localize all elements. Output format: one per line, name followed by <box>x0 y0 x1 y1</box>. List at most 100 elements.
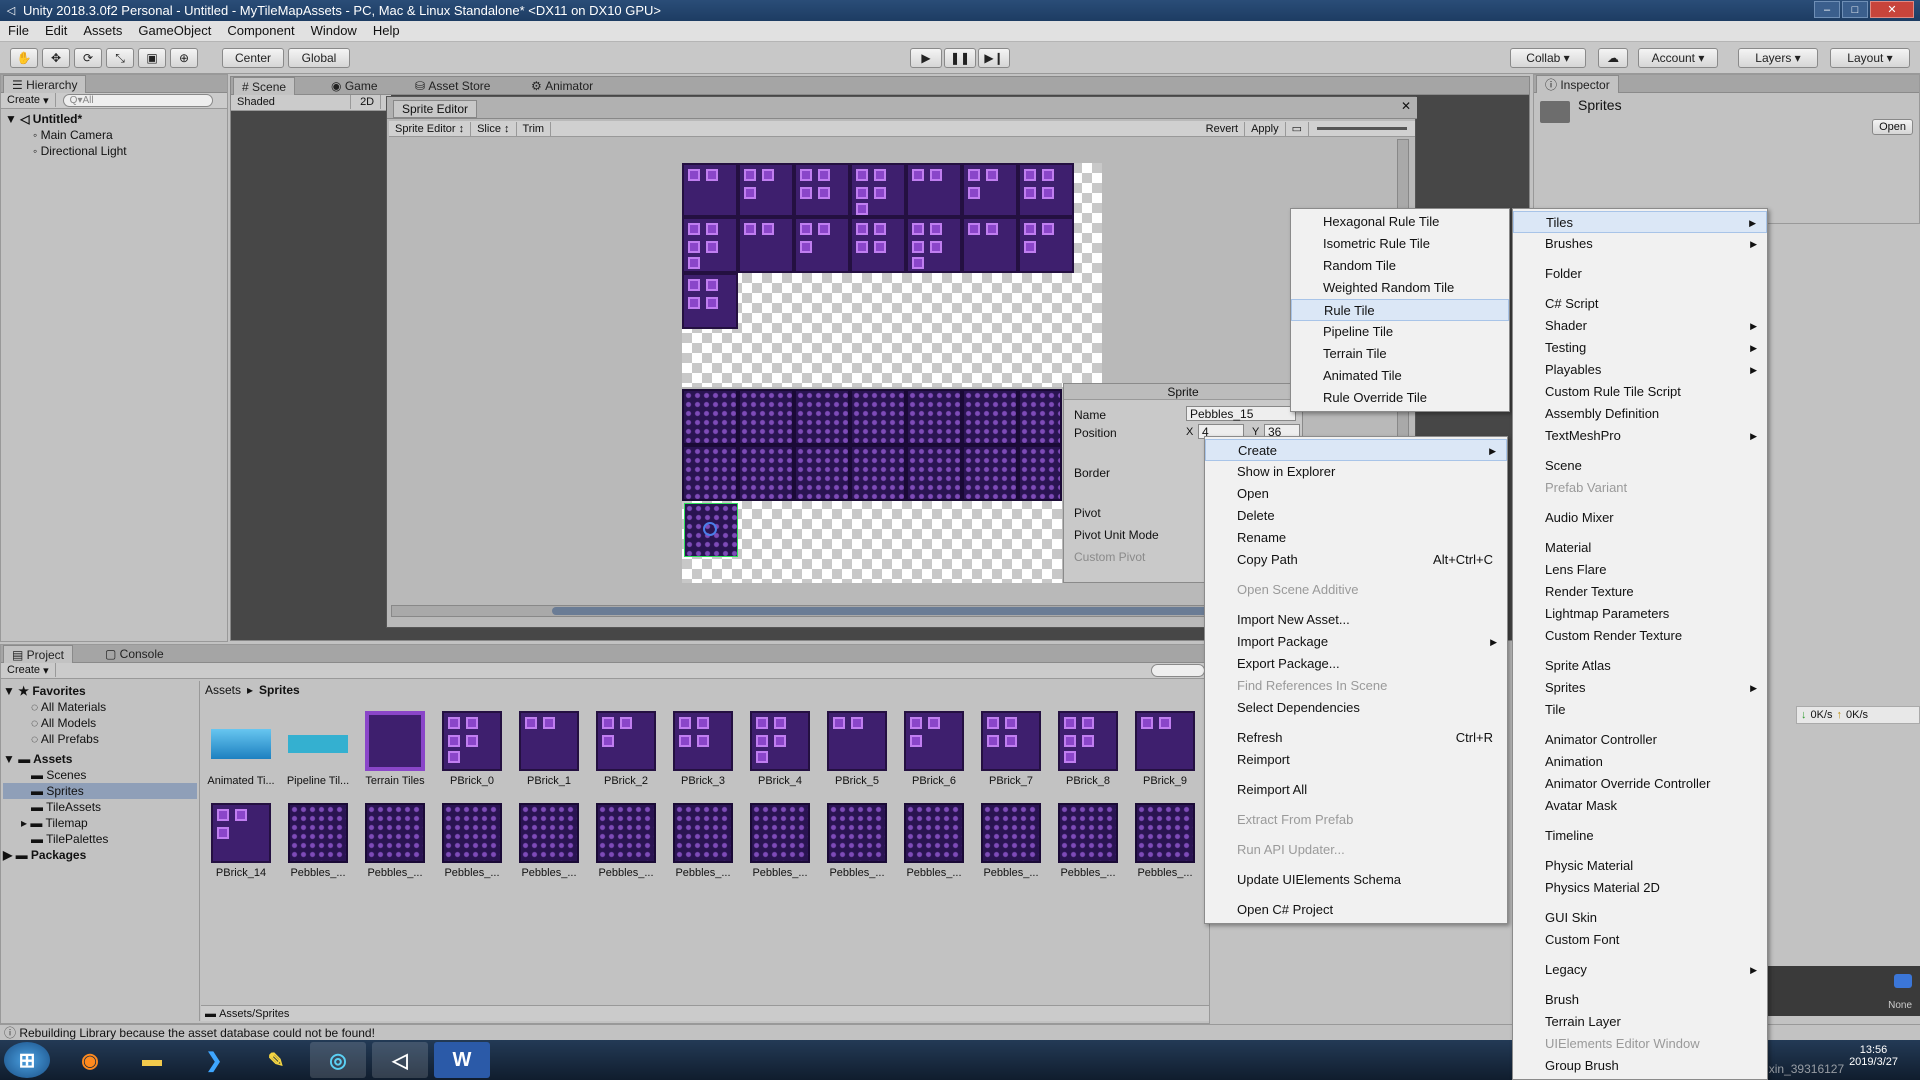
hierarchy-item-main-camera[interactable]: ◦ Main Camera <box>5 127 225 143</box>
menu-item-custom-render-texture[interactable]: Custom Render Texture <box>1513 625 1767 647</box>
menu-item-open-csharp-project[interactable]: Open C# Project <box>1205 899 1507 921</box>
hierarchy-search-input[interactable]: Q▾All <box>62 94 213 107</box>
asset-terrain-tiles[interactable]: Terrain Tiles <box>359 711 431 787</box>
tab-inspector[interactable]: ⓘ Inspector <box>1536 75 1619 93</box>
breadcrumb-assets[interactable]: Assets <box>205 683 241 697</box>
folder-item-selected[interactable]: ▬ Sprites <box>3 783 197 799</box>
menu-item-physics-material-2d[interactable]: Physics Material 2D <box>1513 877 1767 899</box>
menu-item-pipeline-tile[interactable]: Pipeline Tile <box>1291 321 1509 343</box>
menu-item-assembly-definition[interactable]: Assembly Definition <box>1513 403 1767 425</box>
project-create-button[interactable]: Create ▾ <box>1 663 56 677</box>
project-search-input[interactable] <box>1151 664 1205 677</box>
pause-icon[interactable]: ❚❚ <box>944 48 976 68</box>
menu-item-custom-font[interactable]: Custom Font <box>1513 929 1767 951</box>
asset-pbrick[interactable]: PBrick_5 <box>821 711 893 787</box>
menu-gameobject[interactable]: GameObject <box>130 21 219 41</box>
menu-edit[interactable]: Edit <box>37 21 75 41</box>
collab-button[interactable]: Collab ▾ <box>1510 48 1586 68</box>
menu-item-copy-path[interactable]: Copy Path Alt+Ctrl+C <box>1205 549 1507 571</box>
sprite-texture-bottom[interactable] <box>682 389 1062 583</box>
menu-item-folder[interactable]: Folder <box>1513 263 1767 285</box>
tab-scene[interactable]: # Scene <box>233 77 296 95</box>
asset-pbrick[interactable]: PBrick_7 <box>975 711 1047 787</box>
tab-game[interactable]: ◉ Game <box>323 77 386 95</box>
menu-item-export-package[interactable]: Export Package... <box>1205 653 1507 675</box>
menu-item-physic-material[interactable]: Physic Material <box>1513 855 1767 877</box>
menu-item-render-texture[interactable]: Render Texture <box>1513 581 1767 603</box>
apply-button[interactable]: Apply <box>1245 121 1286 136</box>
menu-item-brushes[interactable]: Brushes ▶ <box>1513 233 1767 255</box>
menu-item-import-package[interactable]: Import Package ▶ <box>1205 631 1507 653</box>
close-icon[interactable]: ✕ <box>1401 99 1411 113</box>
favorites-item[interactable]: ◌ All Materials <box>3 699 197 715</box>
sprite-name-field[interactable]: Pebbles_15 <box>1186 406 1296 421</box>
sprite-editor-mode-dropdown[interactable]: Sprite Editor ↕ <box>389 121 472 136</box>
folder-item[interactable]: ▬ Scenes <box>3 767 197 783</box>
menu-item-scene[interactable]: Scene <box>1513 455 1767 477</box>
move-tool-icon[interactable]: ✥ <box>42 48 70 68</box>
menu-item-animated-tile[interactable]: Animated Tile <box>1291 365 1509 387</box>
menu-item-update-uielements-schema[interactable]: Update UIElements Schema <box>1205 869 1507 891</box>
menu-item-textmeshpro[interactable]: TextMeshPro ▶ <box>1513 425 1767 447</box>
menu-item-reimport-all[interactable]: Reimport All <box>1205 779 1507 801</box>
scale-tool-icon[interactable]: ⤡ <box>106 48 134 68</box>
layout-dropdown[interactable]: Layout ▾ <box>1830 48 1910 68</box>
folder-item[interactable]: ▬ TilePalettes <box>3 831 197 847</box>
2d-toggle[interactable]: 2D <box>354 95 382 109</box>
menu-item-sprites[interactable]: Sprites ▶ <box>1513 677 1767 699</box>
file-explorer-icon[interactable]: ▬ <box>124 1042 180 1078</box>
tab-asset-store[interactable]: ⛁ Asset Store <box>407 77 498 95</box>
trim-button[interactable]: Trim <box>517 121 552 136</box>
asset-pbrick[interactable]: PBrick_9 <box>1129 711 1201 787</box>
rect-tool-icon[interactable]: ▣ <box>138 48 166 68</box>
menu-item-import-new-asset[interactable]: Import New Asset... <box>1205 609 1507 631</box>
menu-item-tiles[interactable]: Tiles ▶ <box>1513 211 1767 233</box>
open-button[interactable]: Open <box>1872 119 1913 135</box>
menu-item-terrain-tile[interactable]: Terrain Tile <box>1291 343 1509 365</box>
menu-item-delete[interactable]: Delete <box>1205 505 1507 527</box>
transform-tool-icon[interactable]: ⊕ <box>170 48 198 68</box>
asset-pbrick[interactable]: PBrick_14 <box>205 803 277 879</box>
favorites-item[interactable]: ◌ All Models <box>3 715 197 731</box>
tab-project[interactable]: ▤ Project <box>3 645 74 663</box>
tab-animator[interactable]: ⚙ Animator <box>523 77 601 95</box>
asset-pebbles[interactable]: Pebbles_... <box>1129 803 1201 879</box>
color-channel-icon[interactable]: ▭ <box>1286 121 1309 136</box>
packages-folder[interactable]: ▶ ▬ Packages <box>3 847 197 863</box>
pivot-handle-icon[interactable] <box>703 522 717 536</box>
asset-pebbles[interactable]: Pebbles_... <box>359 803 431 879</box>
asset-pebbles[interactable]: Pebbles_... <box>821 803 893 879</box>
selected-sprite[interactable] <box>684 503 738 557</box>
menu-item-animator-override-controller[interactable]: Animator Override Controller <box>1513 773 1767 795</box>
menu-item-reimport[interactable]: Reimport <box>1205 749 1507 771</box>
menu-item-custom-rule-tile-script[interactable]: Custom Rule Tile Script <box>1513 381 1767 403</box>
menu-item-lens-flare[interactable]: Lens Flare <box>1513 559 1767 581</box>
asset-pebbles[interactable]: Pebbles_... <box>1052 803 1124 879</box>
play-icon[interactable]: ▶ <box>910 48 942 68</box>
firefox-icon[interactable]: ◉ <box>62 1042 118 1078</box>
asset-animated-tile[interactable]: Animated Ti... <box>205 711 277 787</box>
word-icon[interactable]: W <box>434 1042 490 1078</box>
asset-pbrick[interactable]: PBrick_1 <box>513 711 585 787</box>
tab-hierarchy[interactable]: ☰ Hierarchy <box>3 75 87 93</box>
menu-item-terrain-layer[interactable]: Terrain Layer <box>1513 1011 1767 1033</box>
asset-pebbles[interactable]: Pebbles_... <box>590 803 662 879</box>
tag-icon[interactable] <box>1894 974 1912 988</box>
menu-item-show-in-explorer[interactable]: Show in Explorer <box>1205 461 1507 483</box>
asset-pebbles[interactable]: Pebbles_... <box>898 803 970 879</box>
asset-pebbles[interactable]: Pebbles_... <box>282 803 354 879</box>
menu-item-gui-skin[interactable]: GUI Skin <box>1513 907 1767 929</box>
tab-console[interactable]: ▢ Console <box>97 645 172 663</box>
folder-item[interactable]: ▬ TileAssets <box>3 799 197 815</box>
asset-pebbles[interactable]: Pebbles_... <box>513 803 585 879</box>
menu-item-isometric-rule-tile[interactable]: Isometric Rule Tile <box>1291 233 1509 255</box>
pivot-center-button[interactable]: Center <box>222 48 284 68</box>
menu-item-refresh[interactable]: Refresh Ctrl+R <box>1205 727 1507 749</box>
asset-pebbles[interactable]: Pebbles_... <box>975 803 1047 879</box>
menu-item-animation[interactable]: Animation <box>1513 751 1767 773</box>
scene-root[interactable]: ▼ ◁ Untitled* <box>5 111 225 127</box>
minimize-button[interactable]: – <box>1814 1 1840 18</box>
hierarchy-item-directional-light[interactable]: ◦ Directional Light <box>5 143 225 159</box>
asset-pbrick[interactable]: PBrick_2 <box>590 711 662 787</box>
menu-item-random-tile[interactable]: Random Tile <box>1291 255 1509 277</box>
